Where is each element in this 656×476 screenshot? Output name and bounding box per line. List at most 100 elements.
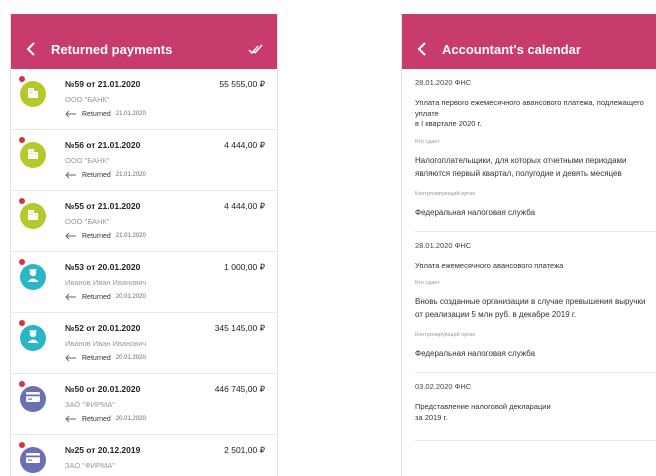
payment-status: Returned 20.01.2020 <box>65 293 146 301</box>
payment-counterparty: ООО "БАНК" <box>65 95 110 104</box>
payment-title: №53 от 20.01.2020 <box>65 262 141 272</box>
card-icon <box>25 451 41 469</box>
unread-indicator <box>19 259 25 265</box>
payment-row[interactable]: №52 от 20.01.2020 345 145,00 ₽ Иванов Ив… <box>11 313 277 374</box>
entry-date: 28.01.2020 ФНС <box>415 78 472 87</box>
building-avatar <box>20 203 46 229</box>
payment-row[interactable]: №50 от 20.01.2020 446 745,00 ₽ ЗАО "ФИРМ… <box>11 374 277 435</box>
back-button[interactable] <box>15 29 47 69</box>
payment-status: Returned 20.01.2020 <box>65 354 146 362</box>
building-icon <box>26 207 40 226</box>
who-value: Налогоплательщики, для которых отчетными… <box>415 155 627 178</box>
unread-indicator <box>19 198 25 204</box>
unread-indicator <box>19 381 25 387</box>
payment-row[interactable]: №25 от 20.12.2019 2 501,00 ₽ ЗАО "ФИРМА"… <box>11 435 277 476</box>
mark-all-read-button[interactable] <box>247 39 267 59</box>
card-avatar <box>20 447 46 473</box>
payment-status: Returned 21.01.2020 <box>65 110 146 118</box>
payment-counterparty: ООО "БАНК" <box>65 156 110 165</box>
page-title: Accountant's calendar <box>442 41 581 57</box>
payment-status: Returned 20.01.2020 <box>65 415 146 423</box>
unread-indicator <box>19 76 25 82</box>
payment-row[interactable]: №55 от 21.01.2020 4 444,00 ₽ ООО "БАНК" … <box>11 191 277 252</box>
person-icon <box>25 267 41 288</box>
app-bar: Returned payments <box>11 29 277 69</box>
person-icon <box>25 328 41 349</box>
payment-status: Returned 21.01.2020 <box>65 232 146 240</box>
return-arrow-icon <box>65 171 76 179</box>
person-avatar <box>20 325 46 351</box>
card-avatar <box>20 386 46 412</box>
authority-value: Федеральная налоговая служба <box>415 349 536 358</box>
building-icon <box>26 146 40 165</box>
payment-amount: 446 745,00 ₽ <box>214 384 265 394</box>
payment-title: №55 от 21.01.2020 <box>65 201 141 211</box>
payment-title: №25 от 20.12.2019 <box>65 445 141 455</box>
app-bar: Accountant's calendar <box>402 29 656 69</box>
double-check-icon <box>248 44 263 55</box>
payment-title: №59 от 21.01.2020 <box>65 79 141 89</box>
payment-row[interactable]: №56 от 21.01.2020 4 444,00 ₽ ООО "БАНК" … <box>11 130 277 191</box>
back-arrow-icon <box>26 42 35 56</box>
payment-status: Returned 21.01.2020 <box>65 171 146 179</box>
accountant-calendar-screen: Accountant's calendar 28.01.2020 ФНС Упл… <box>401 14 656 476</box>
payment-amount: 4 444,00 ₽ <box>224 201 265 211</box>
status-bar <box>402 14 656 29</box>
entry-date: 03.02.2020 ФНС <box>415 382 472 391</box>
status-date: 21.01.2020 <box>115 172 146 178</box>
who-value: Вновь созданные организации в случае пре… <box>415 297 646 319</box>
payment-counterparty: ЗАО "ФИРМА" <box>65 461 115 470</box>
payment-list: №59 от 21.01.2020 55 555,00 ₽ ООО "БАНК"… <box>11 69 277 476</box>
building-avatar <box>20 142 46 168</box>
who-label: Кто сдает <box>415 138 440 145</box>
status-date: 20.01.2020 <box>115 416 146 422</box>
payment-title: №52 от 20.01.2020 <box>65 323 141 333</box>
return-arrow-icon <box>65 110 76 118</box>
status-label: Returned <box>82 110 111 118</box>
payment-row[interactable]: №59 от 21.01.2020 55 555,00 ₽ ООО "БАНК"… <box>11 69 277 130</box>
status-label: Returned <box>82 293 111 301</box>
payment-amount: 2 501,00 ₽ <box>224 445 265 455</box>
payment-counterparty: ЗАО "ФИРМА" <box>65 400 115 409</box>
payment-title: №56 от 21.01.2020 <box>65 140 141 150</box>
person-avatar <box>20 264 46 290</box>
status-label: Returned <box>82 171 111 179</box>
entry-description: Уплата первого ежемесячного авансового п… <box>415 98 644 128</box>
status-label: Returned <box>82 354 111 362</box>
return-arrow-icon <box>65 415 76 423</box>
status-date: 21.01.2020 <box>115 111 146 117</box>
entry-date: 28.01.2020 ФНС <box>415 240 472 250</box>
unread-indicator <box>19 442 25 448</box>
back-button[interactable] <box>406 29 438 69</box>
payment-amount: 55 555,00 ₽ <box>219 79 265 89</box>
status-date: 20.01.2020 <box>115 294 146 300</box>
payment-counterparty: Иванов Иван Иванович <box>65 278 147 287</box>
return-arrow-icon <box>65 293 76 301</box>
return-arrow-icon <box>65 232 76 240</box>
status-date: 21.01.2020 <box>115 233 146 239</box>
building-avatar <box>20 81 46 107</box>
status-bar <box>11 14 277 29</box>
payment-title: №50 от 20.01.2020 <box>65 384 141 394</box>
calendar-entry[interactable]: 28.01.2020 ФНС Уплата ежемесячного аванс… <box>415 232 656 373</box>
status-date: 20.01.2020 <box>115 355 146 361</box>
back-arrow-icon <box>417 42 426 56</box>
calendar-entry[interactable]: 03.02.2020 ФНС Представление налоговой д… <box>415 373 656 441</box>
authority-value: Федеральная налоговая служба <box>415 207 536 217</box>
calendar-entry[interactable]: 28.01.2020 ФНС Уплата первого ежемесячно… <box>415 69 656 232</box>
calendar-list: 28.01.2020 ФНС Уплата первого ежемесячно… <box>402 69 656 441</box>
payment-counterparty: ООО "БАНК" <box>65 217 110 226</box>
card-icon <box>25 390 41 408</box>
return-arrow-icon <box>65 354 76 362</box>
who-label: Кто сдает <box>415 280 440 286</box>
unread-indicator <box>19 320 25 326</box>
unread-indicator <box>19 137 25 143</box>
payment-amount: 1 000,00 ₽ <box>224 262 265 272</box>
payment-row[interactable]: №53 от 20.01.2020 1 000,00 ₽ Иванов Иван… <box>11 252 277 313</box>
payment-counterparty: Иванов Иван Иванович <box>65 339 147 348</box>
entry-description: Представление налоговой декларации за 20… <box>415 402 551 422</box>
payment-amount: 345 145,00 ₽ <box>214 323 265 333</box>
status-label: Returned <box>82 232 111 240</box>
status-label: Returned <box>82 415 111 423</box>
building-icon <box>26 85 40 104</box>
